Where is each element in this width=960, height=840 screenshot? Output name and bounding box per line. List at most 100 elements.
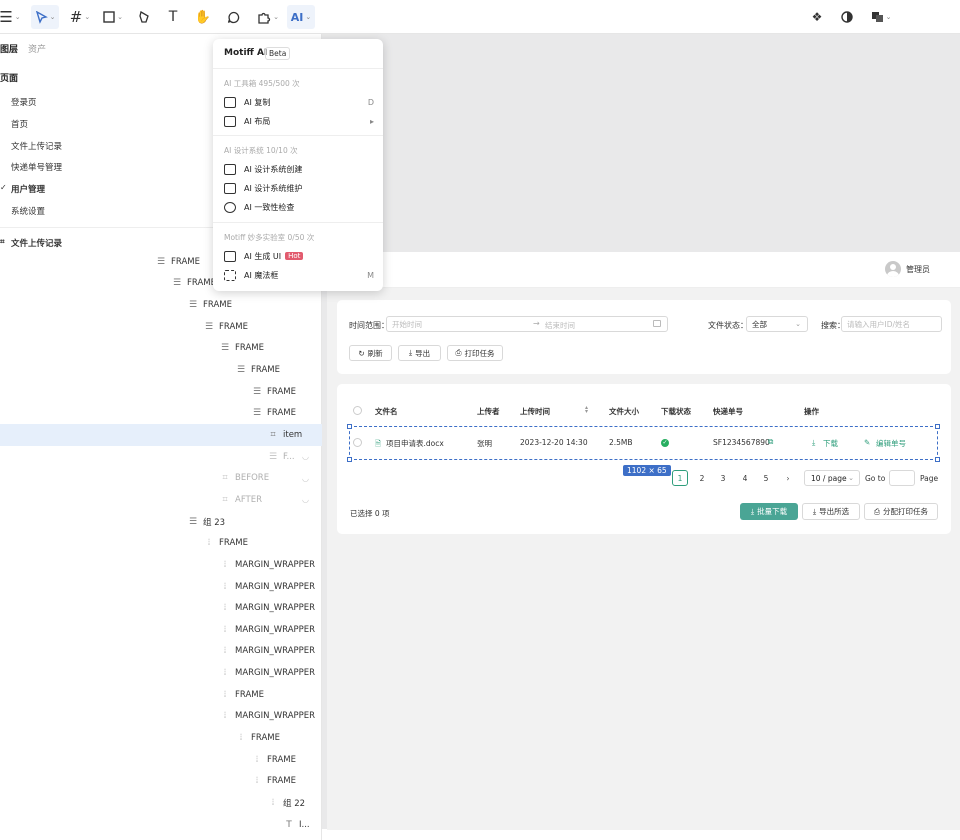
page-item-login[interactable]: 登录页 bbox=[11, 96, 37, 108]
goto-page-input[interactable] bbox=[889, 470, 915, 486]
layer-row[interactable]: ⦙ MARGIN_WRAPPER bbox=[0, 576, 322, 598]
auto-layout-icon: ⦙ bbox=[223, 646, 227, 657]
contrast-button[interactable] bbox=[839, 5, 855, 29]
page-button-3[interactable]: 3 bbox=[715, 470, 731, 486]
move-tool-button[interactable]: ⌄ bbox=[31, 5, 59, 29]
hidden-eye-icon[interactable]: ◡ bbox=[302, 474, 309, 483]
status-label: 文件状态： bbox=[708, 321, 748, 330]
layer-row[interactable]: ⌗ AFTER ◡ bbox=[0, 489, 322, 511]
menu-item-ds-create[interactable]: AI 设计系统创建 bbox=[224, 160, 374, 178]
hidden-eye-icon[interactable]: ◡ bbox=[302, 452, 309, 461]
print-task-button[interactable]: ⎙ 打印任务 bbox=[447, 345, 503, 361]
text-tool-button[interactable]: T bbox=[164, 5, 182, 29]
plugin-button[interactable]: ⌄ bbox=[255, 5, 281, 29]
pen-icon bbox=[139, 10, 149, 23]
layer-row[interactable]: ☰ F... ◡ bbox=[0, 446, 322, 468]
layer-row[interactable]: ☰ FRAME bbox=[0, 359, 322, 381]
layer-row[interactable]: T I... bbox=[0, 814, 322, 836]
root-frame-layer[interactable]: ⌗ 文件上传记录 bbox=[0, 237, 63, 249]
auto-layout-icon: ⦙ bbox=[207, 538, 211, 549]
layer-row[interactable]: ⦙ MARGIN_WRAPPER bbox=[0, 597, 322, 619]
resize-handle[interactable] bbox=[347, 457, 352, 462]
batch-download-button[interactable]: ⤓ 批量下载 bbox=[740, 503, 798, 520]
contrast-icon bbox=[841, 11, 853, 23]
page-button-1[interactable]: 1 bbox=[672, 470, 688, 486]
tab-assets[interactable]: 资产 bbox=[28, 42, 46, 58]
layout-icon bbox=[224, 115, 236, 127]
layer-row[interactable]: ⌗ item bbox=[0, 424, 322, 446]
layer-row[interactable]: ⦙ MARGIN_WRAPPER bbox=[0, 662, 322, 684]
ai-tool-button[interactable]: AI ⌄ bbox=[287, 5, 315, 29]
resize-handle[interactable] bbox=[347, 424, 352, 429]
layer-row[interactable]: ⦙ FRAME bbox=[0, 727, 322, 749]
menu-item-ai-copy[interactable]: AI 复制 D bbox=[224, 93, 374, 111]
layer-label: FRAME bbox=[251, 365, 280, 376]
export-selected-button[interactable]: ⤓ 导出所选 bbox=[802, 503, 860, 520]
main-menu-button[interactable]: ☰ ⌄ bbox=[0, 5, 21, 29]
col-header-tracking: 快递单号 bbox=[713, 407, 743, 416]
layer-row[interactable]: ⦙ MARGIN_WRAPPER bbox=[0, 641, 322, 663]
layers-icon bbox=[871, 12, 883, 22]
comment-tool-button[interactable] bbox=[224, 5, 242, 29]
page-item-tracking[interactable]: 快递单号管理 bbox=[11, 161, 62, 173]
date-range-picker[interactable]: 开始时间 → 结束时间 bbox=[386, 316, 668, 332]
frame-icon: ☰ bbox=[252, 408, 262, 419]
resize-handle[interactable] bbox=[935, 457, 940, 462]
page-item-users[interactable]: ✓ 用户管理 bbox=[0, 183, 46, 195]
layers-button[interactable]: ⌄ bbox=[868, 5, 894, 29]
avatar[interactable] bbox=[885, 261, 901, 277]
select-all-checkbox[interactable] bbox=[353, 406, 362, 415]
status-select[interactable]: 全部 ⌄ bbox=[746, 316, 808, 332]
shape-tool-button[interactable]: ⌄ bbox=[102, 5, 124, 29]
pen-tool-button[interactable] bbox=[135, 5, 153, 29]
root-frame-label: 文件上传记录 bbox=[11, 239, 63, 249]
auto-layout-icon: ⦙ bbox=[223, 689, 227, 700]
layer-row[interactable]: ⦙ FRAME bbox=[0, 771, 322, 793]
resize-handle[interactable] bbox=[935, 424, 940, 429]
menu-item-generate-ui[interactable]: AI 生成 UI Hot bbox=[224, 247, 374, 265]
page-button-4[interactable]: 4 bbox=[737, 470, 753, 486]
next-page-button[interactable]: › bbox=[780, 470, 796, 486]
page-button-2[interactable]: 2 bbox=[694, 470, 710, 486]
menu-item-ai-layout[interactable]: AI 布局 ▸ bbox=[224, 112, 374, 130]
page-item-upload-records[interactable]: 文件上传记录 bbox=[11, 140, 62, 152]
ai-toolbox-header: AI 工具箱 495/500 次 bbox=[224, 79, 300, 88]
layer-label: MARGIN_WRAPPER bbox=[235, 559, 316, 570]
layer-row[interactable]: ⦙ 组 22 bbox=[0, 792, 322, 814]
page-item-settings[interactable]: 系统设置 bbox=[11, 205, 45, 217]
start-time-placeholder: 开始时间 bbox=[392, 319, 422, 329]
search-input[interactable]: 请输入用户ID/姓名 bbox=[841, 316, 942, 332]
layer-row[interactable]: ⦙ MARGIN_WRAPPER bbox=[0, 554, 322, 576]
layer-row[interactable]: ⦙ FRAME bbox=[0, 532, 322, 554]
hand-tool-button[interactable]: ✋ bbox=[194, 5, 212, 29]
page-item-home[interactable]: 首页 bbox=[11, 118, 28, 130]
layer-row[interactable]: ⦙ MARGIN_WRAPPER bbox=[0, 619, 322, 641]
frame-tool-button[interactable]: # ⌄ bbox=[68, 5, 92, 29]
layer-row[interactable]: ⦙ FRAME bbox=[0, 684, 322, 706]
component-button[interactable]: ❖ bbox=[809, 5, 825, 29]
frame-hash-icon: ⌗ bbox=[0, 237, 5, 246]
menu-item-consistency-check[interactable]: AI 一致性检查 bbox=[224, 198, 374, 216]
refresh-button[interactable]: ↻ 刷新 bbox=[349, 345, 392, 361]
per-page-select[interactable]: 10 / page ⌄ bbox=[804, 470, 860, 486]
page-item-users-label: 用户管理 bbox=[11, 185, 46, 195]
layer-row[interactable]: ☰ FRAME bbox=[0, 381, 322, 403]
assign-print-button[interactable]: ⎙ 分配打印任务 bbox=[864, 503, 938, 520]
tab-layers[interactable]: 图层 bbox=[0, 42, 18, 58]
layer-row[interactable]: ⦙ MARGIN_WRAPPER bbox=[0, 706, 322, 728]
export-button[interactable]: ⤓ 导出 bbox=[398, 345, 441, 361]
page-button-5[interactable]: 5 bbox=[758, 470, 774, 486]
layer-row[interactable]: ☰ FRAME bbox=[0, 294, 322, 316]
layer-row[interactable]: ☰ FRAME bbox=[0, 403, 322, 425]
layer-row[interactable]: ⦙ FRAME bbox=[0, 749, 322, 771]
layer-row[interactable]: ☰ 组 23 bbox=[0, 511, 322, 533]
layer-row[interactable]: ☰ FRAME bbox=[0, 338, 322, 360]
menu-item-ds-maintain[interactable]: AI 设计系统维护 bbox=[224, 179, 374, 197]
col-header-upload-time[interactable]: 上传时间 bbox=[520, 406, 550, 417]
layer-row[interactable]: ☰ FRAME bbox=[0, 316, 322, 338]
menu-item-magic-box[interactable]: AI 魔法框 M bbox=[224, 266, 374, 284]
shortcut-hint: D bbox=[367, 97, 374, 107]
layer-row[interactable]: ⌗ BEFORE ◡ bbox=[0, 468, 322, 490]
hidden-eye-icon[interactable]: ◡ bbox=[302, 495, 309, 504]
sort-icon[interactable]: ▴ ▾ bbox=[585, 405, 588, 415]
